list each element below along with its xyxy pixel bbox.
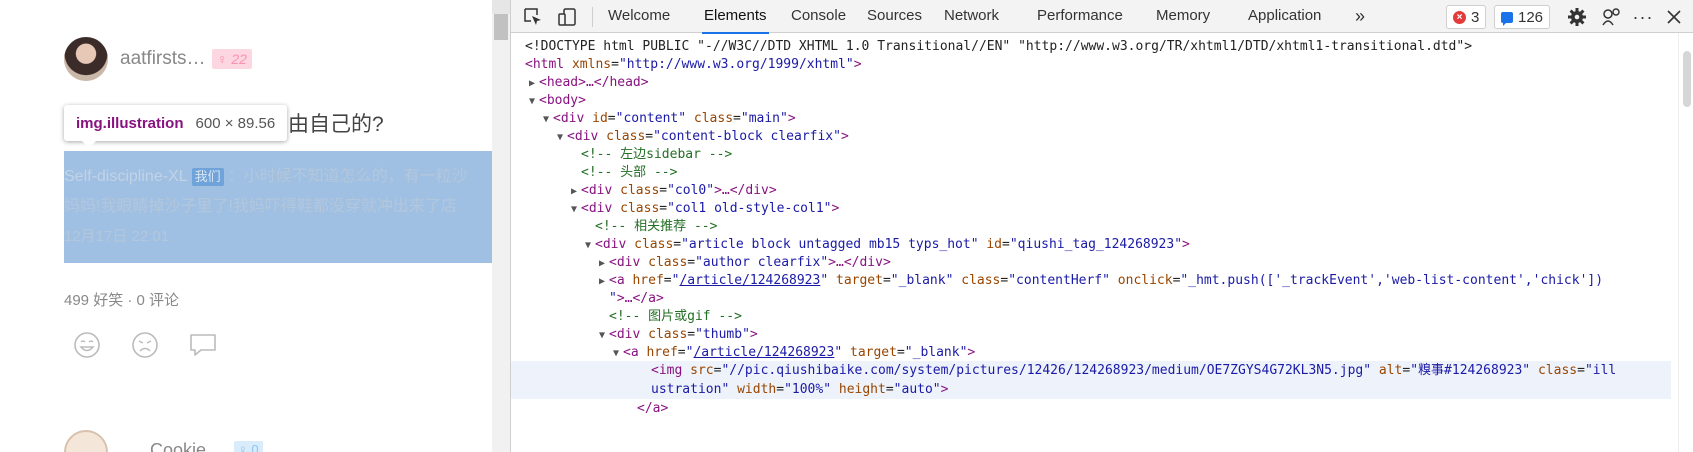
dom-node-thumb[interactable]: ▼ <div class="thumb"> [599,325,1693,344]
comment-icon[interactable] [188,331,218,359]
next-author-name[interactable]: Cookie [150,440,206,452]
dom-comment-header[interactable]: <!-- 头部 --> [581,163,1693,182]
dom-node-img-selected[interactable]: <img src="//pic.qiushibaike.com/system/p… [511,361,1671,380]
messages-counter[interactable]: 126 [1494,5,1551,29]
tooltip-size: 600 × 89.56 [195,114,276,132]
tab-elements[interactable]: Elements [702,0,769,34]
dom-node-a-close[interactable]: </a> [637,399,1693,418]
dom-node-col1[interactable]: ▼ <div class="col1 old-style-col1"> [571,199,1693,218]
tab-network[interactable]: Network [944,0,999,33]
settings-gear-icon[interactable] [1565,5,1589,29]
close-icon[interactable] [1662,5,1686,29]
messages-count: 126 [1518,8,1544,26]
message-icon [1501,11,1513,26]
author-level-badge: ♀ 22 [212,49,252,69]
dom-node-content-block[interactable]: ▼ <div class="content-block clearfix"> [557,127,1693,146]
article-title[interactable]: 由自己的? [288,108,384,138]
dom-node-img-selected-cont[interactable]: ustration" width="100%" height="auto"> [511,380,1671,399]
dislike-icon[interactable] [130,331,160,359]
thumb-href-link[interactable]: /article/124268923 [693,345,834,360]
embedded-text-2: 妈妈!我眼睛掉沙子里了!我妈吓得鞋都没穿就冲出来了店 [64,198,457,215]
errors-count: 3 [1471,8,1480,26]
tooltip-selector: img.illustration [76,114,184,132]
author-name[interactable]: aatfirsts… [120,48,206,70]
more-tabs-button[interactable]: » [1355,0,1365,33]
devtools-toolbar: Welcome Elements Console Sources Network… [511,0,1693,34]
tab-application[interactable]: Application [1248,0,1321,33]
scroll-up-arrow[interactable] [492,0,510,14]
dom-comment-image[interactable]: <!-- 图片或gif --> [609,307,1693,326]
inspect-element-icon[interactable] [521,5,545,29]
dom-comment-related[interactable]: <!-- 相关推荐 --> [595,217,1693,236]
page-scrollbar[interactable] [492,0,510,452]
devtools-panel: Welcome Elements Console Sources Network… [510,0,1693,452]
tab-performance[interactable]: Performance [1037,0,1123,33]
dom-node-doctype[interactable]: <!DOCTYPE html PUBLIC "-//W3C//DTD XHTML… [525,37,1685,56]
embedded-time: 12月17日 22:01 [64,228,170,245]
elements-tree[interactable]: <!DOCTYPE html PUBLIC "-//W3C//DTD XHTML… [511,33,1693,452]
embedded-badge: 我们 [191,168,224,186]
page-viewport: aatfirsts… ♀ 22 由自己的? Self-discipline-XL… [0,0,510,452]
next-author-level-badge: ♀ 0 [234,441,263,452]
dom-comment-sidebar[interactable]: <!-- 左边sidebar --> [581,145,1693,164]
tab-memory[interactable]: Memory [1156,0,1210,33]
dom-node-content[interactable]: ▼ <div id="content" class="main"> [543,109,1693,128]
dom-node-head[interactable]: ▶ <head>…</head> [529,73,1689,92]
feedback-icon[interactable] [1599,5,1623,29]
tab-welcome[interactable]: Welcome [608,0,670,33]
dom-node-author[interactable]: ▶ <div class="author clearfix">…</div> [599,253,1693,272]
dom-node-content-link[interactable]: ▶ <a href="/article/124268923" target="_b… [599,271,1693,290]
inspected-image-content: Self-discipline-XL 我们 ：小时候不知道怎么的，有一粒沙 妈妈!我… [64,162,494,252]
more-options-icon[interactable]: ··· [1631,5,1655,29]
device-toolbar-icon[interactable] [555,5,579,29]
article-stats: 499 好笑 · 0 评论 [64,292,180,309]
errors-counter[interactable]: × 3 [1446,5,1487,29]
next-author-avatar[interactable] [64,430,108,452]
tab-sources[interactable]: Sources [867,0,922,33]
dom-node-content-link-close[interactable]: ">…</a> [609,289,1693,308]
author-avatar[interactable] [64,37,108,81]
dom-node-body[interactable]: ▼ <body> [529,91,1689,110]
dom-node-html[interactable]: <html xmlns="http://www.w3.org/1999/xhtm… [525,55,1685,74]
elements-scrollbar-thumb[interactable] [1683,51,1691,107]
article-href-link[interactable]: /article/124268923 [679,273,820,288]
page-scrollbar-thumb[interactable] [494,14,508,40]
dom-node-col0[interactable]: ▶ <div class="col0">…</div> [571,181,1693,200]
dom-node-article[interactable]: ▼ <div class="article block untagged mb15… [585,235,1693,254]
inspect-tooltip: img.illustration 600 × 89.56 [64,105,288,148]
dom-node-thumb-link[interactable]: ▼ <a href="/article/124268923" target="_b… [613,343,1693,362]
embedded-text-1: ：小时候不知道怎么的，有一粒沙 [227,168,468,185]
embedded-user: Self-discipline-XL [64,168,188,185]
error-icon: × [1453,10,1466,24]
elements-scrollbar[interactable] [1678,33,1693,452]
laugh-icon[interactable] [72,331,102,359]
tab-console[interactable]: Console [791,0,846,33]
